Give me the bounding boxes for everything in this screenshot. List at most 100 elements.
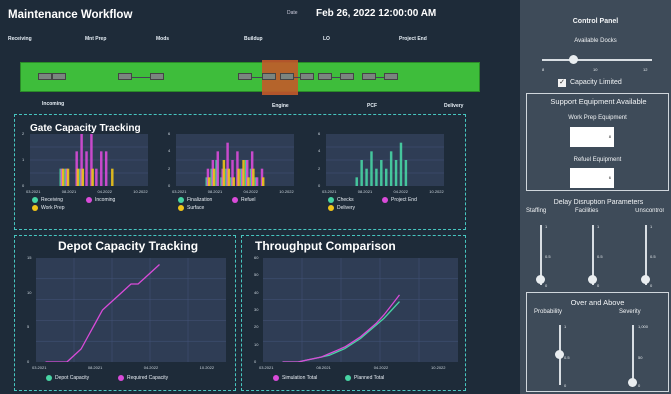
gate-y-tick: 2 <box>318 165 321 171</box>
stage-project-end: Project End <box>399 36 427 42</box>
legend-label: Checks <box>337 197 354 203</box>
gate-bar <box>232 177 235 186</box>
stage-mnt-prep: Mnt Prep <box>85 36 107 42</box>
capacity-limited-label: Capacity Limited <box>570 79 622 86</box>
depot-x-tick: 10.2022 <box>199 365 215 370</box>
gate-bar <box>375 168 378 186</box>
gate-x-tick: 08.2021 <box>357 189 373 194</box>
depot-legend-item: Required Capacity <box>118 375 168 381</box>
workflow-node <box>52 73 66 80</box>
thru-legend-item: Simulation Total <box>273 375 317 381</box>
legend-dot <box>118 375 124 381</box>
delay-uncontrol-label: Unscontrol <box>635 208 664 214</box>
depot-y-tick: 15 <box>27 255 32 260</box>
probability-slider-knob[interactable] <box>555 350 564 359</box>
thru-y-tick: 10 <box>254 341 259 347</box>
delay-staffing-label: Staffing <box>526 208 547 214</box>
over-above-title: Over and Above <box>570 298 625 307</box>
severity-slider-track[interactable] <box>632 325 634 385</box>
gate-bar <box>380 160 383 186</box>
gate-bar <box>355 177 358 186</box>
delay-tick: 0 <box>650 283 653 288</box>
thru-y-tick: 40 <box>254 289 259 295</box>
gate-y-tick: 6 <box>318 131 321 136</box>
gate-x-tick: 10.2022 <box>429 189 444 194</box>
thru-x-tick: 03.2021 <box>259 365 274 370</box>
workflow-node <box>362 73 376 80</box>
gate-y-tick: 4 <box>318 148 321 154</box>
gate-bar <box>261 177 265 186</box>
gate-bar <box>370 151 373 186</box>
legend-dot <box>32 197 38 203</box>
docks-tick-min: 8 <box>542 67 545 72</box>
gate-legend-item: Work Prep <box>32 205 65 211</box>
stage-engine: Engine <box>272 103 289 109</box>
gate-x-tick: 03.2021 <box>26 189 41 194</box>
gate-legend-item: Surface <box>178 205 204 211</box>
gate-x-tick: 04.2022 <box>393 189 408 194</box>
gate-bar <box>111 168 114 186</box>
delay-slider-knob[interactable] <box>641 275 650 284</box>
work-prep-input[interactable]: 8 <box>570 127 614 147</box>
gate-bar <box>216 151 219 186</box>
gate-y-tick: 1 <box>22 157 25 162</box>
docks-slider-track[interactable] <box>542 59 652 61</box>
stage-delivery: Delivery <box>444 103 464 109</box>
workflow-node <box>318 73 332 80</box>
stage-incoming: Incoming <box>42 101 65 107</box>
docks-tick-max: 12 <box>643 67 648 72</box>
workflow-node <box>340 73 354 80</box>
work-prep-label: Work Prep Equipment <box>568 115 627 121</box>
capacity-limited-checkbox[interactable]: ✓ <box>558 79 566 87</box>
workflow-node <box>150 73 164 80</box>
legend-dot <box>32 205 38 211</box>
legend-label: Required Capacity <box>127 375 169 381</box>
gate-legend-item: Receiving <box>32 197 63 203</box>
control-panel-title: Control Panel <box>572 18 619 25</box>
control-panel: Control Panel Available Docks 8 10 12 ✓ … <box>520 0 671 394</box>
gate-y-tick: 0 <box>168 183 171 188</box>
workflow-node <box>262 73 276 80</box>
refuel-input[interactable]: 6 <box>570 168 614 188</box>
stage-buildup: Buildup <box>244 36 263 42</box>
workflow-connector <box>332 77 340 78</box>
refuel-label: Refuel Equipment <box>573 157 622 163</box>
depot-y-tick: 5 <box>27 324 30 330</box>
delay-tick: 0.5 <box>545 254 551 259</box>
workflow-node <box>38 73 52 80</box>
docks-label: Available Docks <box>574 38 617 44</box>
delay-tick: 1 <box>650 224 653 229</box>
docks-slider-knob[interactable] <box>569 55 578 64</box>
date-value: Feb 26, 2022 12:00:00 AM <box>316 8 437 19</box>
gate-plot-3 <box>326 134 444 186</box>
stage-receiving: Receiving <box>8 36 32 42</box>
depot-legend-item: Depot Capacity <box>46 375 89 381</box>
gate-x-tick: 03.2021 <box>322 189 337 194</box>
gate-x-tick: 04.2022 <box>97 189 112 194</box>
thru-legend-item: Planned Total <box>345 375 384 381</box>
gate-bar <box>66 168 70 186</box>
delay-slider-knob[interactable] <box>536 275 545 284</box>
gate-bar <box>227 168 231 186</box>
workflow-node <box>384 73 398 80</box>
gate-legend-item: Delivery <box>328 205 355 211</box>
legend-label: Refuel <box>241 197 256 203</box>
gate-x-tick: 10.2022 <box>279 189 294 194</box>
gate-bar <box>222 160 226 186</box>
legend-dot <box>178 197 184 203</box>
thru-x-tick: 08.2021 <box>316 365 331 370</box>
gate-x-tick: 08.2021 <box>61 189 77 194</box>
delay-slider-knob[interactable] <box>588 275 597 284</box>
stage-pcf: PCF <box>367 103 377 109</box>
legend-dot <box>328 197 334 203</box>
delay-tick: 1 <box>545 224 548 229</box>
depot-x-tick: 04.2022 <box>143 365 159 370</box>
support-title: Support Equipment Available <box>550 97 647 106</box>
gate-bar <box>81 168 85 186</box>
gate-bar <box>252 168 255 186</box>
thru-x-tick: 04.2022 <box>373 365 389 370</box>
severity-slider-knob[interactable] <box>628 378 637 387</box>
gate-bar <box>100 151 103 186</box>
legend-dot <box>273 375 279 381</box>
gate-x-tick: 03.2021 <box>172 189 187 194</box>
